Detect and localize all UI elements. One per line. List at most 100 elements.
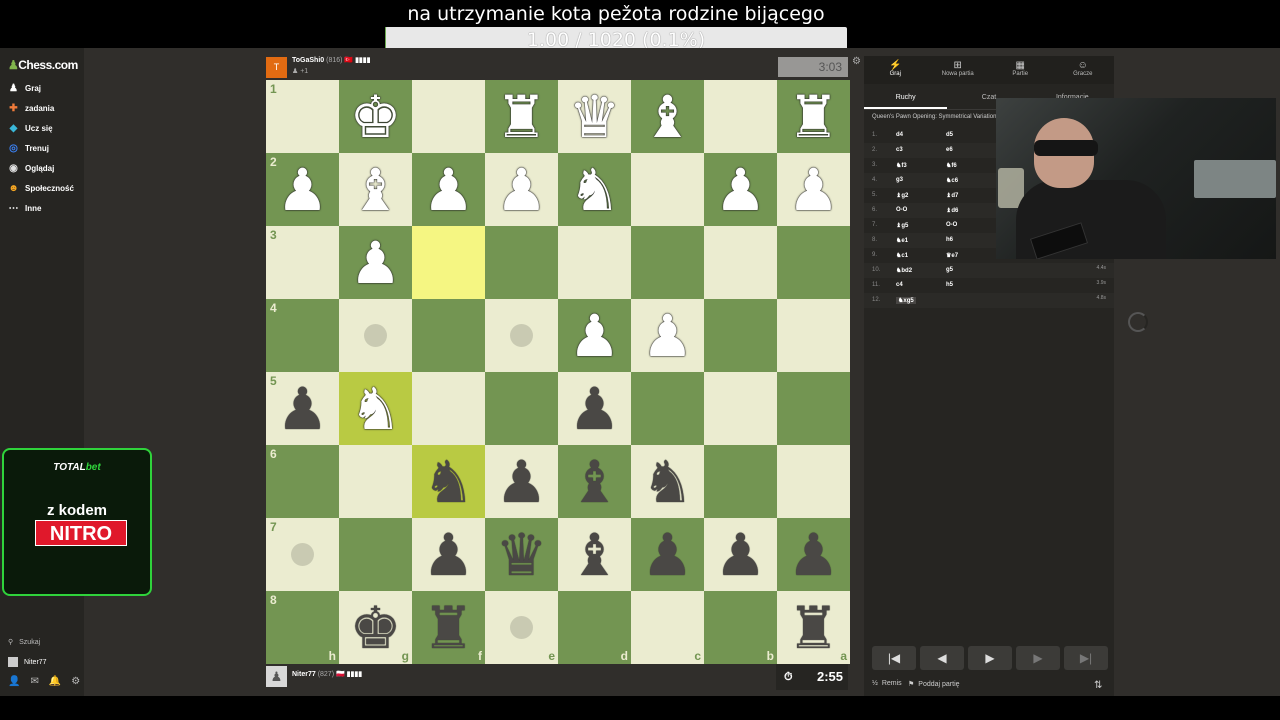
square-a4[interactable] xyxy=(777,299,850,372)
square-d3[interactable] xyxy=(558,226,631,299)
white-move[interactable]: ♝g5 xyxy=(896,222,908,229)
white-move[interactable]: O-O xyxy=(896,207,907,213)
white-rook-icon[interactable]: ♜ xyxy=(777,80,850,153)
black-knight-icon[interactable]: ♞ xyxy=(631,445,704,518)
square-f7[interactable]: ♟ xyxy=(412,518,485,591)
settings-gear-icon[interactable]: ⚙ xyxy=(71,676,80,687)
black-queen-icon[interactable]: ♛ xyxy=(485,518,558,591)
square-c7[interactable]: ♟ xyxy=(631,518,704,591)
square-e3[interactable] xyxy=(485,226,558,299)
black-pawn-icon[interactable]: ♟ xyxy=(485,445,558,518)
black-pawn-icon[interactable]: ♟ xyxy=(631,518,704,591)
square-a7[interactable]: ♟ xyxy=(777,518,850,591)
square-c5[interactable] xyxy=(631,372,704,445)
black-king-icon[interactable]: ♚ xyxy=(339,591,412,664)
square-a3[interactable] xyxy=(777,226,850,299)
white-pawn-icon[interactable]: ♟ xyxy=(704,153,777,226)
square-f6[interactable]: ♞ xyxy=(412,445,485,518)
chess-board[interactable]: 1 ♚ ♜ ♛ ♝ ♜ 2 ♟ ♝ ♟ ♟ ♞ ♟ ♟ 3 ♟ 4 ♟ ♟ 5 ♟ ♞ ♟ 6 ♞ ♟ ♝ ♞ 7 ♟ ♛ ♝ ♟ ♟ ♟ 8 h g ♚ f… xyxy=(266,80,850,664)
square-d6[interactable]: ♝ xyxy=(558,445,631,518)
white-move[interactable]: c4 xyxy=(896,282,903,288)
square-f4[interactable] xyxy=(412,299,485,372)
legal-move-dot[interactable] xyxy=(510,324,533,347)
square-c6[interactable]: ♞ xyxy=(631,445,704,518)
black-knight-icon[interactable]: ♞ xyxy=(412,445,485,518)
square-b4[interactable] xyxy=(704,299,777,372)
black-bishop-icon[interactable]: ♝ xyxy=(558,518,631,591)
square-h4[interactable]: 4 xyxy=(266,299,339,372)
white-queen-icon[interactable]: ♛ xyxy=(558,80,631,153)
square-h6[interactable]: 6 xyxy=(266,445,339,518)
sidebar-item-1[interactable]: ✚ zadania xyxy=(8,98,82,118)
square-h1[interactable]: 1 xyxy=(266,80,339,153)
square-d7[interactable]: ♝ xyxy=(558,518,631,591)
square-c3[interactable] xyxy=(631,226,704,299)
black-move[interactable]: ♛e7 xyxy=(946,252,958,259)
square-a5[interactable] xyxy=(777,372,850,445)
square-f2[interactable]: ♟ xyxy=(412,153,485,226)
white-move[interactable]: ♞c1 xyxy=(896,252,908,259)
white-move[interactable]: ♞e1 xyxy=(896,237,908,244)
white-move[interactable]: ♞xg5 xyxy=(896,297,916,304)
square-c1[interactable]: ♝ xyxy=(631,80,704,153)
black-rook-icon[interactable]: ♜ xyxy=(412,591,485,664)
square-b5[interactable] xyxy=(704,372,777,445)
square-a8[interactable]: a ♜ xyxy=(777,591,850,664)
sidebar-item-3[interactable]: ◎ Trenuj xyxy=(8,138,82,158)
black-pawn-icon[interactable]: ♟ xyxy=(266,372,339,445)
next-move-button[interactable]: ▶ xyxy=(1016,646,1060,670)
square-a1[interactable]: ♜ xyxy=(777,80,850,153)
white-move[interactable]: ♞bd2 xyxy=(896,267,912,274)
square-d8[interactable]: d xyxy=(558,591,631,664)
resign-button[interactable]: ⚑ Poddaj partię xyxy=(908,680,960,689)
white-pawn-icon[interactable]: ♟ xyxy=(485,153,558,226)
square-f8[interactable]: f ♜ xyxy=(412,591,485,664)
black-pawn-icon[interactable]: ♟ xyxy=(777,518,850,591)
tab-1[interactable]: ⊞ Nowa partia xyxy=(927,56,990,84)
black-move[interactable]: ♞c6 xyxy=(946,177,958,184)
white-bishop-icon[interactable]: ♝ xyxy=(339,153,412,226)
first-move-button[interactable]: |◀ xyxy=(872,646,916,670)
white-pawn-icon[interactable]: ♟ xyxy=(558,299,631,372)
black-move[interactable]: O-O xyxy=(946,222,957,228)
white-move[interactable]: ♞f3 xyxy=(896,162,907,169)
messages-icon[interactable]: ✉ xyxy=(30,676,38,687)
white-rook-icon[interactable]: ♜ xyxy=(485,80,558,153)
square-h8[interactable]: 8h xyxy=(266,591,339,664)
white-king-icon[interactable]: ♚ xyxy=(339,80,412,153)
black-bishop-icon[interactable]: ♝ xyxy=(558,445,631,518)
friends-icon[interactable]: 👤 xyxy=(8,676,20,687)
bell-icon[interactable]: 🔔 xyxy=(49,676,61,687)
square-f3[interactable] xyxy=(412,226,485,299)
square-b6[interactable] xyxy=(704,445,777,518)
square-g8[interactable]: g ♚ xyxy=(339,591,412,664)
board-settings-gear-icon[interactable]: ⚙ xyxy=(852,56,861,67)
black-pawn-icon[interactable]: ♟ xyxy=(412,518,485,591)
legal-move-dot[interactable] xyxy=(364,324,387,347)
square-b8[interactable]: b xyxy=(704,591,777,664)
square-d4[interactable]: ♟ xyxy=(558,299,631,372)
square-a6[interactable] xyxy=(777,445,850,518)
white-move[interactable]: d4 xyxy=(896,132,903,138)
square-g2[interactable]: ♝ xyxy=(339,153,412,226)
white-pawn-icon[interactable]: ♟ xyxy=(777,153,850,226)
square-c8[interactable]: c xyxy=(631,591,704,664)
square-e2[interactable]: ♟ xyxy=(485,153,558,226)
square-g1[interactable]: ♚ xyxy=(339,80,412,153)
square-h5[interactable]: 5 ♟ xyxy=(266,372,339,445)
subtab-0[interactable]: Ruchy xyxy=(864,88,948,109)
white-pawn-icon[interactable]: ♟ xyxy=(631,299,704,372)
legal-move-dot[interactable] xyxy=(291,543,314,566)
square-g6[interactable] xyxy=(339,445,412,518)
sidebar-item-4[interactable]: ◉ Oglądaj xyxy=(8,158,82,178)
opponent-name[interactable]: ToGaShi0 xyxy=(292,57,324,64)
square-b1[interactable] xyxy=(704,80,777,153)
square-c4[interactable]: ♟ xyxy=(631,299,704,372)
white-bishop-icon[interactable]: ♝ xyxy=(631,80,704,153)
square-g7[interactable] xyxy=(339,518,412,591)
flip-board-icon[interactable]: ⇅ xyxy=(1094,680,1102,691)
black-move[interactable]: e6 xyxy=(946,147,953,153)
white-knight-icon[interactable]: ♞ xyxy=(339,372,412,445)
last-move-button[interactable]: ▶| xyxy=(1064,646,1108,670)
player-name[interactable]: Niter77 xyxy=(292,671,316,678)
